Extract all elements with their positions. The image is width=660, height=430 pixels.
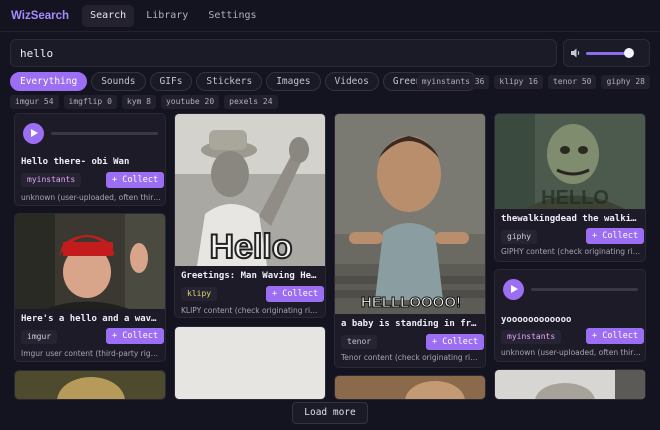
- collect-button[interactable]: + Collect: [266, 286, 325, 302]
- result-card[interactable]: Hello there- obi Wan myinstants + Collec…: [14, 113, 166, 206]
- result-thumbnail: [15, 214, 165, 309]
- collect-button[interactable]: + Collect: [586, 228, 645, 244]
- rights-note: unknown (user-uploaded, often third-par.…: [501, 348, 641, 357]
- volume-control[interactable]: [563, 39, 650, 67]
- card-title: Greetings: Man Waving Hello: [181, 271, 321, 281]
- collect-button[interactable]: + Collect: [106, 172, 165, 188]
- card-title: Hello there- obi Wan: [21, 157, 130, 167]
- rights-note: Imgur user content (third-party rights): [21, 349, 161, 358]
- source-counts-row-2: imgur 54 imgflip 0 kym 8 youtube 20 pexe…: [10, 95, 283, 109]
- collect-button[interactable]: + Collect: [426, 334, 485, 350]
- volume-slider-track[interactable]: [586, 52, 629, 55]
- filter-videos[interactable]: Videos: [324, 72, 379, 91]
- result-card[interactable]: Hello Greetings: Man Waving Hello klipy …: [174, 113, 326, 318]
- tab-library[interactable]: Library: [138, 5, 196, 27]
- result-thumbnail: HELLO: [495, 114, 645, 209]
- rights-note: Tenor content (check originating rights): [341, 353, 481, 362]
- search-input[interactable]: [10, 39, 557, 67]
- tab-settings[interactable]: Settings: [200, 5, 264, 27]
- tab-search[interactable]: Search: [82, 4, 135, 27]
- source-count-badge: klipy 16: [494, 75, 543, 89]
- result-card[interactable]: yoooooooooooo myinstants + Collect unkno…: [494, 269, 646, 362]
- filter-gifs[interactable]: GIFs: [149, 72, 193, 91]
- result-thumbnail: [175, 327, 325, 399]
- load-more-button[interactable]: Load more: [292, 402, 368, 424]
- result-card[interactable]: HELLLOOOO! a baby is standing in front o…: [334, 113, 486, 368]
- brand-logo: WizSearch: [11, 9, 70, 22]
- source-counts: myinstants 36 klipy 16 tenor 50 giphy 28: [412, 75, 650, 89]
- source-tag: myinstants: [501, 330, 562, 344]
- source-tag: tenor: [341, 335, 378, 349]
- gif-overlay-text: HELLLOOOO!: [361, 294, 461, 311]
- result-card[interactable]: [494, 369, 646, 400]
- filter-everything[interactable]: Everything: [10, 72, 88, 91]
- audio-progress-bar[interactable]: [531, 288, 638, 291]
- rights-note: KLIPY content (check originating rights): [181, 306, 321, 315]
- result-card[interactable]: [334, 375, 486, 400]
- source-tag: giphy: [501, 230, 538, 244]
- collect-button[interactable]: + Collect: [106, 328, 165, 344]
- source-count-badge: imgur 54: [10, 95, 59, 109]
- top-bar: WizSearch Search Library Settings: [0, 0, 660, 32]
- source-count-badge: pexels 24: [224, 95, 278, 109]
- source-count-badge: kym 8: [121, 95, 156, 109]
- card-title: thewalkingdead the walking dea...: [501, 214, 641, 224]
- collect-button[interactable]: + Collect: [586, 328, 645, 344]
- source-tag: imgur: [21, 330, 58, 344]
- card-title: yoooooooooooo: [501, 315, 572, 325]
- source-tag: myinstants: [21, 173, 82, 187]
- result-thumbnail: Hello: [175, 114, 325, 266]
- filter-stickers[interactable]: Stickers: [196, 72, 263, 91]
- source-count-badge: myinstants 36: [416, 75, 490, 89]
- result-thumbnail: [335, 376, 485, 399]
- result-card[interactable]: [174, 326, 326, 400]
- result-card[interactable]: [14, 370, 166, 400]
- source-tag: klipy: [181, 287, 218, 301]
- result-card[interactable]: Here's a hello and a wave from m... imgu…: [14, 213, 166, 362]
- result-thumbnail: [15, 371, 165, 399]
- card-title: a baby is standing in front of a do...: [341, 319, 481, 329]
- play-button[interactable]: [23, 123, 44, 144]
- filter-chips: Everything Sounds GIFs Stickers Images V…: [10, 72, 481, 91]
- result-thumbnail: [495, 370, 645, 399]
- source-count-badge: giphy 28: [601, 75, 650, 89]
- filter-sounds[interactable]: Sounds: [91, 72, 146, 91]
- rights-note: GIPHY content (check originating rights): [501, 247, 641, 256]
- audio-progress-bar[interactable]: [51, 132, 158, 135]
- source-count-badge: imgflip 0: [63, 95, 117, 109]
- result-thumbnail: HELLLOOOO!: [335, 114, 485, 314]
- rights-note: unknown (user-uploaded, often third-part…: [21, 193, 161, 202]
- source-count-badge: youtube 20: [160, 95, 220, 109]
- play-button[interactable]: [503, 279, 524, 300]
- volume-slider-handle[interactable]: [623, 48, 634, 58]
- gif-overlay-text: Hello: [209, 228, 292, 266]
- result-card[interactable]: HELLO thewalkingdead the walking dea... …: [494, 113, 646, 262]
- source-count-badge: tenor 50: [547, 75, 597, 89]
- filter-images[interactable]: Images: [266, 72, 321, 91]
- speaker-icon: [571, 48, 580, 58]
- card-title: Here's a hello and a wave from m...: [21, 314, 161, 324]
- gif-overlay-text: HELLO: [541, 187, 609, 209]
